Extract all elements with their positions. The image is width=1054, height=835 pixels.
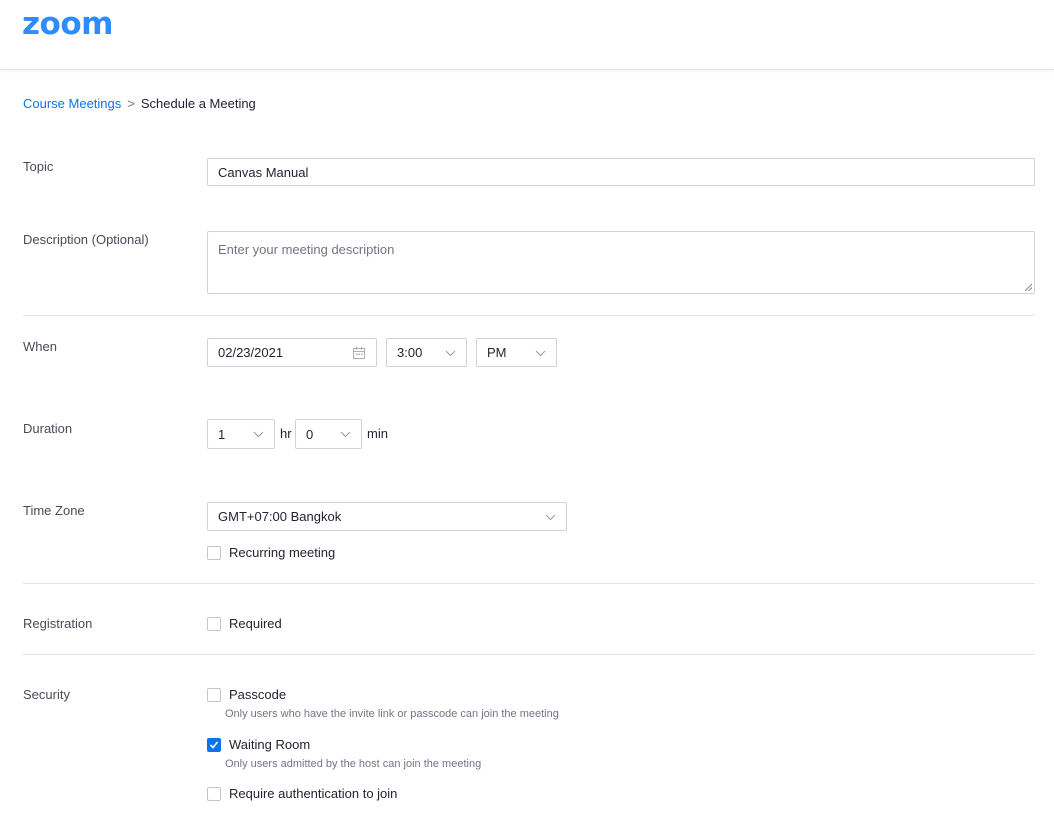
registration-required-checkbox[interactable]: [207, 616, 221, 631]
waiting-room-checkbox[interactable]: [207, 737, 221, 752]
top-header: zoom: [0, 0, 1054, 70]
description-label: Description (Optional): [23, 232, 149, 247]
duration-hours-value: 1: [218, 426, 226, 442]
security-label: Security: [23, 687, 70, 702]
topic-input[interactable]: [207, 158, 1035, 186]
waiting-room-option[interactable]: Waiting Room: [207, 737, 310, 752]
breadcrumb-link-course-meetings[interactable]: Course Meetings: [23, 96, 121, 111]
when-label: When: [23, 339, 57, 354]
description-textarea[interactable]: Enter your meeting description: [207, 231, 1035, 294]
section-divider: [23, 315, 1035, 316]
duration-hours-select[interactable]: 1: [207, 419, 275, 449]
time-select[interactable]: 3:00: [386, 338, 467, 367]
passcode-checkbox[interactable]: [207, 687, 221, 702]
breadcrumb: Course Meetings > Schedule a Meeting: [23, 96, 256, 111]
chevron-down-icon: [535, 350, 546, 356]
calendar-icon: [353, 346, 365, 359]
zoom-logo[interactable]: zoom: [22, 6, 113, 42]
passcode-hint: Only users who have the invite link or p…: [225, 708, 559, 720]
chevron-down-icon: [545, 514, 556, 520]
registration-required-option[interactable]: Required: [207, 616, 282, 631]
recurring-meeting-checkbox[interactable]: [207, 545, 221, 560]
timezone-select[interactable]: GMT+07:00 Bangkok: [207, 502, 567, 531]
duration-minutes-select[interactable]: 0: [295, 419, 362, 449]
breadcrumb-current: Schedule a Meeting: [140, 96, 256, 111]
duration-minutes-value: 0: [306, 426, 314, 442]
duration-label: Duration: [23, 421, 73, 436]
chevron-down-icon: [340, 431, 351, 438]
resize-grip-icon[interactable]: [1024, 283, 1032, 291]
chevron-down-icon: [445, 350, 456, 356]
passcode-option[interactable]: Passcode: [207, 687, 286, 702]
timezone-label: Time Zone: [23, 503, 85, 518]
topic-label: Topic: [23, 159, 54, 174]
waiting-room-label[interactable]: Waiting Room: [229, 737, 310, 752]
minutes-unit-label: min: [367, 426, 388, 441]
require-auth-checkbox[interactable]: [207, 786, 221, 801]
checkmark-icon: [209, 740, 219, 749]
chevron-down-icon: [253, 431, 264, 438]
section-divider: [23, 654, 1035, 655]
ampm-value: PM: [487, 345, 507, 360]
waiting-room-hint: Only users admitted by the host can join…: [225, 758, 482, 770]
timezone-value: GMT+07:00 Bangkok: [218, 509, 342, 524]
hours-unit-label: hr: [280, 426, 292, 441]
section-divider: [23, 583, 1035, 584]
time-value: 3:00: [397, 345, 423, 360]
registration-required-label[interactable]: Required: [229, 616, 282, 631]
ampm-select[interactable]: PM: [476, 338, 557, 367]
passcode-label[interactable]: Passcode: [229, 687, 286, 702]
require-auth-option[interactable]: Require authentication to join: [207, 786, 397, 801]
registration-label: Registration: [23, 616, 93, 631]
require-auth-label[interactable]: Require authentication to join: [229, 786, 397, 801]
description-placeholder: Enter your meeting description: [218, 242, 395, 257]
date-value: 02/23/2021: [218, 345, 284, 360]
recurring-meeting-label[interactable]: Recurring meeting: [229, 545, 335, 560]
recurring-meeting-option[interactable]: Recurring meeting: [207, 545, 335, 560]
breadcrumb-separator: >: [127, 96, 135, 111]
date-picker[interactable]: 02/23/2021: [207, 338, 377, 367]
